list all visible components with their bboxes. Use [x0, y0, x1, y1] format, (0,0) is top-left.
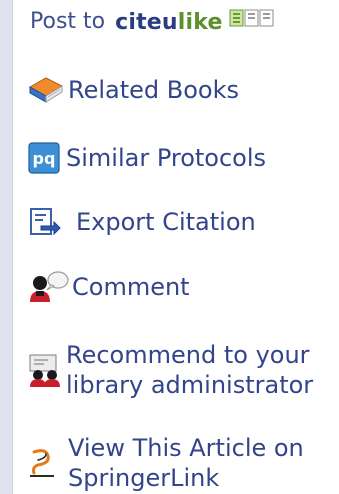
citeulike-logo: citeulike [115, 9, 223, 35]
springerlink-icon [30, 449, 54, 477]
post-to-citeulike-link[interactable]: Post to citeulike [30, 7, 275, 37]
export-citation-label: Export Citation [76, 208, 256, 236]
similar-protocols-link[interactable]: pq Similar Protocols [28, 142, 266, 174]
comment-icon [30, 271, 69, 302]
comment-link[interactable]: Comment [28, 270, 190, 304]
sidebar-edge [0, 0, 13, 494]
protocols-pq-icon: pq [28, 142, 60, 174]
recommend-label: Recommend to your library administrator [66, 341, 314, 399]
book-icon [28, 77, 64, 103]
export-citation-link[interactable]: Export Citation [28, 206, 256, 238]
springerlink-label: View This Article on SpringerLink [68, 434, 304, 492]
post-to-label: Post to [30, 9, 106, 34]
recommend-to-library-link[interactable]: Recommend to your library administrator [28, 340, 313, 400]
springerlink-link[interactable]: View This Article on SpringerLink [28, 433, 304, 493]
svg-text:pq: pq [33, 149, 56, 168]
export-citation-icon [30, 208, 61, 236]
similar-protocols-label: Similar Protocols [66, 144, 267, 172]
related-books-link[interactable]: Related Books [28, 74, 239, 106]
librarian-recommend-icon [29, 354, 60, 387]
comment-label: Comment [72, 273, 190, 301]
citeulike-badge-icon [229, 9, 274, 27]
related-books-label: Related Books [68, 76, 240, 104]
article-tools-panel: Post to citeulike Related Books pq Simil… [20, 0, 339, 494]
